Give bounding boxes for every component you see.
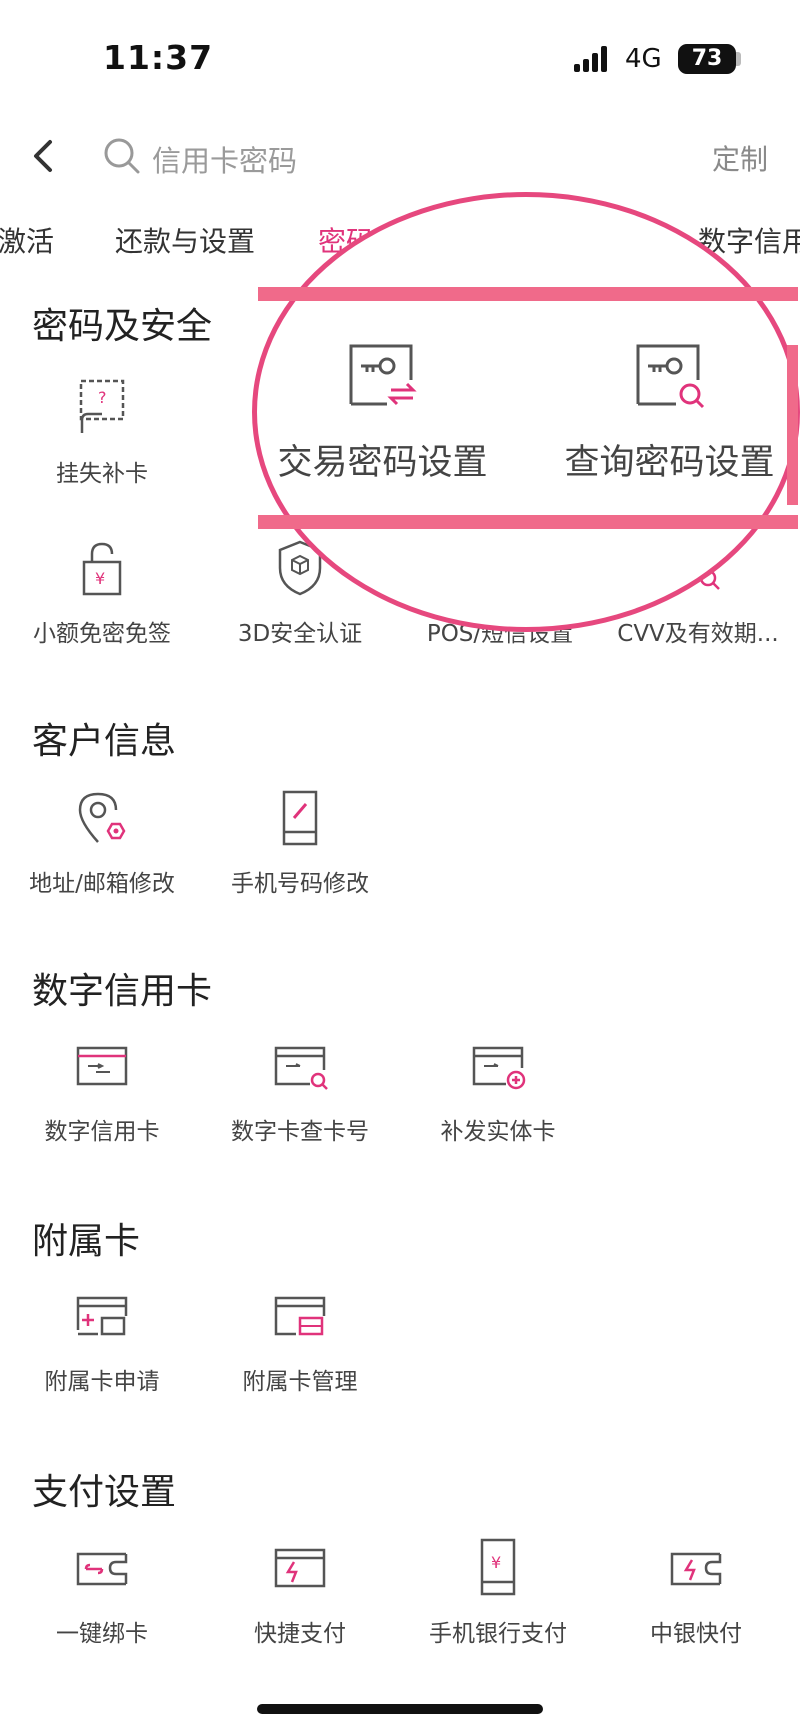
svg-text:?: ? (98, 388, 107, 407)
battery-cap (736, 52, 741, 66)
phone-edit-icon (282, 790, 318, 846)
item-label: 3D安全认证 (237, 621, 363, 647)
back-arrow-icon[interactable] (28, 136, 58, 176)
phone-yen-icon: ¥ (480, 1538, 516, 1596)
item-label: 手机号码修改 (231, 871, 369, 897)
svg-text:¥: ¥ (95, 569, 105, 588)
section-title-digital-card: 数字信用卡 (32, 971, 213, 1012)
item-label: 小额免密免签 (33, 621, 171, 647)
section-title-customer-info: 客户信息 (32, 721, 177, 762)
item-digital-card-lookup[interactable]: 数字卡查卡号 (200, 1036, 400, 1146)
item-reissue-physical-card[interactable]: 补发实体卡 (398, 1036, 598, 1146)
item-label: 数字信用卡 (44, 1119, 160, 1145)
wallet-link-icon (76, 1552, 128, 1586)
zoom-frame-right (787, 345, 798, 505)
item-label: 交易密码设置 (277, 443, 488, 483)
item-label: 补发实体卡 (440, 1119, 556, 1145)
item-label: CVV及有效期... (617, 621, 779, 647)
tab-repay-settings[interactable]: 还款与设置 (115, 220, 255, 260)
network-type: 4G (625, 44, 662, 74)
item-transaction-password[interactable]: 交易密码设置 (265, 340, 500, 485)
customize-button[interactable]: 定制 (712, 138, 768, 178)
item-phone-change[interactable]: 手机号码修改 (200, 788, 400, 898)
item-address-email[interactable]: 地址/邮箱修改 (2, 788, 202, 898)
item-digital-card[interactable]: 数字信用卡 (2, 1036, 202, 1146)
item-label: 挂失补卡 (56, 461, 148, 487)
battery-icon: 73 (678, 44, 736, 74)
item-small-amount-free[interactable]: ¥ 小额免密免签 (2, 538, 202, 648)
item-boc-quick-pay[interactable]: 中银快付 (596, 1538, 796, 1648)
section-title-password-security: 密码及安全 (32, 306, 213, 347)
search-input[interactable]: 信用卡密码 (152, 138, 297, 180)
status-time: 11:37 (103, 38, 214, 77)
lock-yen-icon: ¥ (82, 542, 122, 596)
sub-card-apply-icon (76, 1296, 128, 1336)
search-icon (104, 138, 140, 174)
signal-icon (574, 46, 607, 72)
item-label: 中银快付 (650, 1621, 742, 1647)
item-lost-card[interactable]: ? 挂失补卡 (2, 378, 202, 488)
item-label: 手机银行支付 (429, 1621, 567, 1647)
item-label: 查询密码设置 (564, 443, 775, 483)
lost-card-icon: ? (79, 379, 125, 433)
section-title-supplementary-card: 附属卡 (32, 1221, 141, 1262)
zoom-frame-bottom (258, 515, 798, 529)
location-gear-icon (78, 792, 126, 843)
sub-card-manage-icon (274, 1296, 326, 1336)
tab-activate[interactable]: 激活 (0, 220, 54, 260)
card-add-icon (472, 1046, 526, 1090)
item-label: 附属卡管理 (242, 1369, 358, 1395)
item-mobile-bank-pay[interactable]: ¥ 手机银行支付 (398, 1538, 598, 1648)
item-label: 数字卡查卡号 (231, 1119, 369, 1145)
card-search-icon (274, 1046, 328, 1090)
item-one-click-bind[interactable]: 一键绑卡 (2, 1538, 202, 1648)
zoom-frame-top (258, 287, 798, 301)
item-supplementary-manage[interactable]: 附属卡管理 (200, 1286, 400, 1396)
item-supplementary-apply[interactable]: 附属卡申请 (2, 1286, 202, 1396)
card-flash-icon (274, 1548, 326, 1588)
home-indicator (257, 1704, 543, 1714)
digital-card-icon (76, 1046, 128, 1086)
item-quick-pay[interactable]: 快捷支付 (200, 1538, 400, 1648)
item-query-password[interactable]: 查询密码设置 (552, 340, 787, 485)
wallet-flash-icon (670, 1552, 722, 1586)
item-label: 附属卡申请 (44, 1369, 160, 1395)
item-label: 一键绑卡 (56, 1621, 148, 1647)
key-exchange-icon (349, 344, 417, 406)
svg-text:¥: ¥ (491, 1553, 501, 1572)
item-label: 快捷支付 (254, 1621, 346, 1647)
key-search-icon (636, 344, 704, 409)
section-title-payment-settings: 支付设置 (32, 1472, 177, 1513)
item-label: 地址/邮箱修改 (29, 871, 175, 897)
